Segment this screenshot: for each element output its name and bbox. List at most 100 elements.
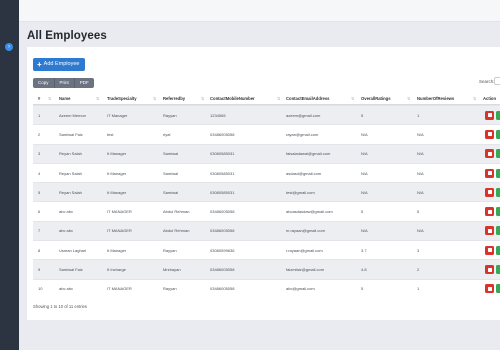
- table-row: 1 Azeem Memon IT Manager Rayyan 1234565 azeem…: [33, 105, 500, 125]
- cell-trade-specialty: test: [107, 131, 114, 137]
- edit-icon[interactable]: [496, 265, 500, 275]
- cell-name: abc abc: [59, 209, 74, 215]
- row-actions: [485, 280, 500, 298]
- row-actions: [485, 260, 500, 278]
- cell-reviews: 1: [417, 286, 420, 292]
- header-overall-ratings[interactable]: OverallRatings: [361, 93, 391, 104]
- header-index[interactable]: #: [38, 93, 40, 104]
- pdf-button[interactable]: PDF: [74, 78, 94, 88]
- cell-referred-by: Samiwal: [163, 151, 179, 157]
- cell-referred-by: Abdul Rehman: [163, 209, 190, 215]
- cell-reviews: 5: [417, 209, 420, 215]
- sort-icon[interactable]: ⇅: [277, 93, 280, 104]
- sort-icon[interactable]: ⇅: [48, 93, 51, 104]
- row-actions: [485, 164, 500, 182]
- cell-trade-specialty: It Incharge: [107, 267, 126, 273]
- header-referred-by[interactable]: Referredby: [163, 93, 185, 104]
- add-employee-button[interactable]: + Add Employee: [33, 58, 85, 71]
- cell-rating: 5: [361, 209, 364, 215]
- cell-email: test@gmail.com: [286, 189, 315, 195]
- cell-referred-by: riyal: [163, 131, 171, 137]
- cell-index: 5: [38, 189, 41, 195]
- cell-referred-by: Rayyan: [163, 112, 177, 118]
- delete-icon[interactable]: [485, 245, 494, 255]
- cell-index: 2: [38, 131, 41, 137]
- cell-reviews: 1: [417, 112, 420, 118]
- employees-card: + Add Employee Copy Print PDF Search: # …: [27, 47, 500, 320]
- cell-name: Reyan Salah: [59, 151, 82, 157]
- cell-name: Samiwal Faiz: [59, 267, 83, 273]
- header-trade-specialty[interactable]: TradeSpecialty: [107, 93, 137, 104]
- edit-icon[interactable]: [496, 168, 500, 178]
- edit-icon[interactable]: [496, 149, 500, 159]
- export-buttons: Copy Print PDF: [33, 78, 94, 88]
- sort-icon[interactable]: ⇅: [473, 93, 476, 104]
- edit-icon[interactable]: [496, 245, 500, 255]
- sort-icon[interactable]: ⇅: [153, 93, 156, 104]
- cell-trade-specialty: IT MANAGER: [107, 228, 132, 234]
- cell-referred-by: Samiwal: [163, 170, 179, 176]
- sort-icon[interactable]: ⇅: [96, 93, 99, 104]
- cell-rating: 3.7: [361, 247, 367, 253]
- cell-index: 1: [38, 112, 41, 118]
- row-actions: [485, 125, 500, 143]
- delete-icon[interactable]: [485, 129, 494, 139]
- header-contact-mobile[interactable]: ContactMobileNumber: [210, 93, 255, 104]
- print-button[interactable]: Print: [54, 78, 75, 88]
- cell-name: Reyan Salah: [59, 189, 82, 195]
- cell-rating: N/A: [361, 170, 368, 176]
- row-actions: [485, 202, 500, 220]
- delete-icon[interactable]: [485, 226, 494, 236]
- table-header-row: # ⇅ Name ⇅ TradeSpecialty ⇅ Referredby ⇅…: [33, 93, 500, 105]
- table-row: 6 abc abc IT MANAGER Abdul Rehman 0348600505…: [33, 201, 500, 220]
- cell-referred-by: Samiwal: [163, 189, 179, 195]
- header-number-of-reviews[interactable]: NumberOfReviews: [417, 93, 454, 104]
- table-row: 2 Samiwal Faiz test riyal 03486005058 rayan@g…: [33, 124, 500, 143]
- cell-referred-by: Abdul Rehman: [163, 228, 190, 234]
- header-contact-email[interactable]: ContactEmailAddress: [286, 93, 330, 104]
- sort-icon[interactable]: ⇅: [351, 93, 354, 104]
- sort-icon[interactable]: ⇅: [201, 93, 204, 104]
- table-row: 9 Samiwal Faiz It Incharge Mrzbayan 03486005…: [33, 259, 500, 279]
- edit-icon[interactable]: [496, 226, 500, 236]
- delete-icon[interactable]: [485, 207, 494, 217]
- table-row: 5 Reyan Salah It Manager Samiwal 03080585031…: [33, 182, 500, 202]
- cell-mobile: 03486005058: [210, 209, 235, 215]
- delete-icon[interactable]: [485, 187, 494, 197]
- delete-icon[interactable]: [485, 149, 494, 159]
- table-row: 7 abc abc IT MANAGER Abdul Rehman 0348600505…: [33, 220, 500, 241]
- cell-email: r.rayaan@gmail.com: [286, 247, 323, 253]
- row-actions: [485, 183, 500, 201]
- cell-trade-specialty: IT MANAGER: [107, 286, 132, 292]
- sidebar-toggle-icon[interactable]: ›: [5, 43, 13, 51]
- delete-icon[interactable]: [485, 265, 494, 275]
- edit-icon[interactable]: [496, 129, 500, 139]
- cell-mobile: 03080585031: [210, 189, 235, 195]
- edit-icon[interactable]: [496, 207, 500, 217]
- cell-rating: 4.8: [361, 267, 367, 273]
- edit-icon[interactable]: [496, 110, 500, 120]
- delete-icon[interactable]: [485, 168, 494, 178]
- top-navbar: [19, 0, 500, 22]
- search-input[interactable]: [494, 77, 500, 85]
- cell-email: faisaladawal@gmail.com: [286, 151, 331, 157]
- sort-icon[interactable]: ⇅: [407, 93, 410, 104]
- cell-reviews: N/A: [417, 131, 424, 137]
- edit-icon[interactable]: [496, 187, 500, 197]
- edit-icon[interactable]: [496, 284, 500, 294]
- cell-rating: 5: [361, 286, 364, 292]
- cell-index: 3: [38, 151, 41, 157]
- cell-email: abc@gmail.com: [286, 286, 315, 292]
- row-actions: [485, 222, 500, 240]
- cell-trade-specialty: IT Manager: [107, 112, 128, 118]
- header-name[interactable]: Name: [59, 93, 70, 104]
- copy-button[interactable]: Copy: [33, 78, 55, 88]
- delete-icon[interactable]: [485, 110, 494, 120]
- cell-email: rayan@gmail.com: [286, 131, 319, 137]
- cell-name: abc abc: [59, 228, 74, 234]
- cell-mobile: 03080585031: [210, 170, 235, 176]
- cell-referred-by: Mrzbayan: [163, 267, 181, 273]
- cell-mobile: 03080585031: [210, 151, 235, 157]
- delete-icon[interactable]: [485, 284, 494, 294]
- cell-email: m.rayaan@gmail.com: [286, 228, 325, 234]
